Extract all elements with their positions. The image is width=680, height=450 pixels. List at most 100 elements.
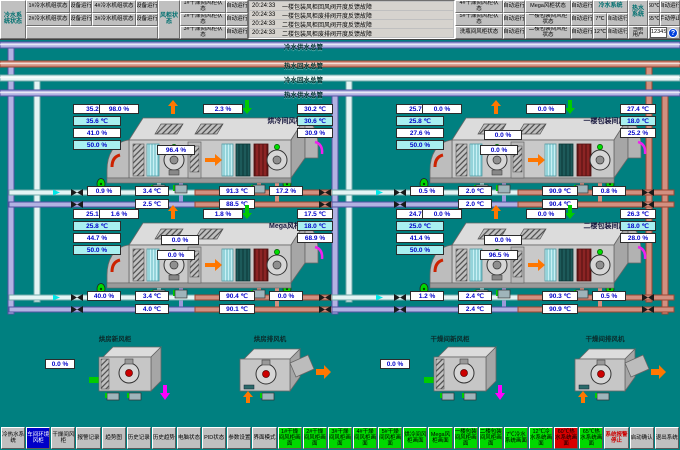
return-air-setpoint: 25.8 ℃ <box>396 116 444 126</box>
fan-unit-graphic <box>380 341 520 403</box>
fan-unit: 干燥间新风柜 <box>380 333 520 403</box>
return-arrow-icon <box>242 205 252 219</box>
fan-speed-feedback: 0.0 % <box>480 145 518 155</box>
damper-louver-icon <box>133 249 144 281</box>
cooling-coil-icon <box>559 249 573 281</box>
fan-unit: 烘房新风柜 <box>45 333 185 403</box>
filter-section-icon <box>222 249 233 281</box>
humidity-setpoint: 50.0 % <box>396 140 444 150</box>
toolbar-button[interactable]: 65℃热水系统画面 <box>579 427 603 449</box>
toolbar-button[interactable]: 历史记录 <box>127 427 151 449</box>
hot-return-temp: 90.1 ℃ <box>219 304 255 314</box>
hot-supply-temp: 90.9 ℃ <box>542 186 578 196</box>
toolbar-button[interactable]: 干燥间风柜 <box>51 427 75 449</box>
fan-stopped-indicator <box>126 370 133 377</box>
damper-actuator-icon <box>597 393 609 400</box>
supply-air-temp: 26.3 ℃ <box>620 209 656 219</box>
exhaust-arrow-icon <box>651 365 666 379</box>
return-humidity: 44.7 % <box>73 233 121 243</box>
chilled-supply-temp: 2.4 ℃ <box>458 291 492 301</box>
return-arrow-icon <box>565 100 575 114</box>
discharge-arrow-icon <box>495 385 505 400</box>
return-humidity: 27.6 % <box>396 128 444 138</box>
mixing-damper-position: 0.0 % <box>161 235 199 245</box>
toolbar-button[interactable]: 60℃热水系统画面 <box>554 427 578 449</box>
damper-position: 1.8 % <box>203 209 243 219</box>
damper-position: 0.0 % <box>422 104 462 114</box>
damper-louver-icon <box>456 144 467 176</box>
toolbar-button[interactable]: 趋势图 <box>102 427 126 449</box>
toolbar-button[interactable]: 7℃冷水系统画面 <box>504 427 528 449</box>
damper-louver-icon <box>133 144 144 176</box>
heating-coil-icon <box>254 249 268 281</box>
pipe-label-chilled-return: 冷水回水总管 <box>284 74 323 84</box>
damper-position: 0.0 % <box>422 209 462 219</box>
damper-actuator-icon <box>464 393 476 400</box>
toolbar-button[interactable]: 一楼包装间风柜画面 <box>454 427 478 449</box>
toolbar-button[interactable]: 4#干燥间风柜画面 <box>353 427 377 449</box>
toolbar-button[interactable]: 3#干燥间风柜画面 <box>328 427 352 449</box>
supply-air-setpoint: 18.0 ℃ <box>297 221 333 231</box>
discharge-arrow-icon <box>160 385 170 400</box>
heating-coil-icon <box>254 144 268 176</box>
damper-position: 0.0 % <box>526 209 566 219</box>
toolbar-button[interactable]: 电脑状态 <box>177 427 201 449</box>
toolbar-button[interactable]: 车间环境风柜 <box>26 427 50 449</box>
chilled-return-temp: 2.4 ℃ <box>458 304 492 314</box>
damper-louver-icon <box>456 249 467 281</box>
return-humidity: 41.4 % <box>396 233 444 243</box>
exhaust-arrow-icon <box>316 365 331 379</box>
cooling-coil-icon <box>236 249 250 281</box>
damper-actuator-icon <box>129 393 141 400</box>
humidity-setpoint: 50.0 % <box>73 245 121 255</box>
toolbar-button[interactable]: 2#干燥间风柜画面 <box>303 427 327 449</box>
toolbar-button[interactable]: 5#干燥间风柜画面 <box>378 427 402 449</box>
filter-section-icon <box>222 144 233 176</box>
toolbar-button[interactable]: Mega风柜画面 <box>428 427 452 449</box>
toolbar-button[interactable]: 界面模式 <box>252 427 276 449</box>
hot-supply-temp: 90.4 ℃ <box>219 291 255 301</box>
damper-actuator-icon <box>442 393 454 400</box>
chilled-valve-position: 0.9 % <box>87 186 121 196</box>
toolbar-button[interactable]: 启动确认 <box>630 427 654 449</box>
fan-unit-graphic <box>535 341 675 403</box>
toolbar-button[interactable]: 报警记录 <box>76 427 100 449</box>
toolbar-button[interactable]: 历史趋势 <box>152 427 176 449</box>
toolbar-button[interactable]: 冷热水系统 <box>1 427 25 449</box>
fan-unit-graphic <box>45 341 185 403</box>
heating-coil-icon <box>577 249 591 281</box>
fan-unit-graphic <box>200 341 340 403</box>
supply-air-temp: 17.5 ℃ <box>297 209 333 219</box>
chilled-valve-position: 0.5 % <box>410 186 444 196</box>
supply-arrow-icon <box>491 205 501 219</box>
mixing-damper-position: 0.0 % <box>484 235 522 245</box>
fan-unit: 干燥间排风机 <box>535 333 675 403</box>
return-arrow-icon <box>565 205 575 219</box>
toolbar-button[interactable]: 12℃冷水系统画面 <box>529 427 553 449</box>
toolbar-button[interactable]: 二楼包装间风柜画面 <box>479 427 503 449</box>
ahu-module: 35.2 ℃ 35.6 ℃ 41.0 % 50.0 % 98.0 % 2.3 %… <box>25 100 335 212</box>
toolbar-button[interactable]: 退出系统 <box>655 427 679 449</box>
hot-valve-position: 0.5 % <box>592 291 626 301</box>
toolbar-button[interactable]: 1#干燥间风柜画面 <box>278 427 302 449</box>
supply-humidity: 25.2 % <box>620 128 656 138</box>
supply-arrow-icon <box>491 100 501 114</box>
toolbar-button[interactable]: 系统报警停止 <box>604 427 628 449</box>
pipe-label-hot-supply: 热水供水总管 <box>284 89 323 99</box>
damper-position: 1.6 % <box>99 209 139 219</box>
fresh-air-damper-position: 0.0 % <box>380 359 410 369</box>
ahu-module: 24.7 ℃ 25.0 ℃ 41.4 % 50.0 % 0.0 % 0.0 % … <box>348 205 658 317</box>
damper-actuator-icon <box>262 393 274 400</box>
damper-position: 2.3 % <box>203 104 243 114</box>
damper-actuator-icon <box>107 393 119 400</box>
toolbar-button[interactable]: 参数设置 <box>227 427 251 449</box>
damper-position: 0.0 % <box>526 104 566 114</box>
cooling-coil-icon <box>236 144 250 176</box>
toolbar-button[interactable]: PID状态 <box>202 427 226 449</box>
damper-position: 98.0 % <box>99 104 139 114</box>
hot-supply-temp: 90.3 ℃ <box>542 291 578 301</box>
ahu-module: 25.7 ℃ 25.8 ℃ 27.6 % 50.0 % 0.0 % 0.0 % … <box>348 100 658 212</box>
toolbar-button[interactable]: 烘冷间风柜画面 <box>403 427 427 449</box>
supply-humidity: 30.9 % <box>297 128 333 138</box>
scada-hvac-screen: 冷水系统状态 1#冷水机组状态 设备运行 4#冷水机组状态 设备运行 2#冷水机… <box>0 0 680 450</box>
